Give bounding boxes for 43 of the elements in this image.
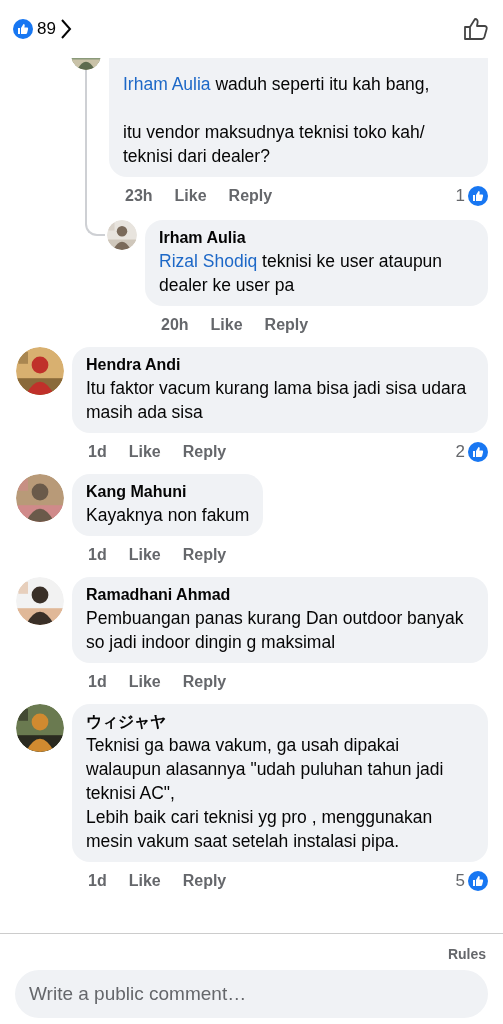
comment-action-link[interactable]: Like bbox=[128, 443, 161, 461]
comment-time: 1d bbox=[88, 546, 107, 564]
commenter-name[interactable]: Irham Aulia bbox=[159, 227, 474, 249]
chevron-icon[interactable] bbox=[59, 18, 72, 40]
comment-input-field[interactable]: Write a public comment… bbox=[15, 970, 488, 1018]
comment-action-link[interactable]: Reply bbox=[182, 673, 227, 691]
like-reaction-icon bbox=[468, 442, 488, 462]
mention-link[interactable]: Rizal Shodiq bbox=[159, 251, 258, 271]
comment-text: Kayaknya non fakum bbox=[86, 504, 250, 527]
comment-action-link[interactable]: Like bbox=[128, 546, 161, 564]
comment-action-link[interactable]: Reply bbox=[264, 316, 309, 334]
comment-action-link[interactable]: Like bbox=[210, 316, 243, 334]
comment-time: 23h bbox=[125, 187, 153, 205]
comment-time: 20h bbox=[161, 316, 189, 334]
comment-action-link[interactable]: Reply bbox=[228, 187, 273, 205]
reaction-count: 2 bbox=[455, 442, 465, 462]
commenter-name[interactable]: Kang Mahuni bbox=[86, 481, 250, 503]
comment-text: Rizal Shodiq teknisi ke user ataupun dealer ke user pa bbox=[159, 250, 444, 297]
commenter-name[interactable]: Ramadhani Ahmad bbox=[86, 584, 474, 606]
comment-action-link[interactable]: Like bbox=[128, 872, 161, 890]
comment-text: Pembuangan panas kurang Dan outdoor banyak so jadi indoor dingin g maksimal bbox=[86, 607, 465, 654]
comment-time: 1d bbox=[88, 443, 107, 461]
comment-time: 1d bbox=[88, 872, 107, 890]
commenter-name[interactable]: ウィジャヤ bbox=[86, 711, 474, 733]
like-reaction-icon bbox=[13, 19, 33, 39]
comment-text: Teknisi ga bawa vakum, ga usah dipakai walaupun alasannya "udah puluhan tahun jadi teknisi AC", Lebih baik cari teknisi yg pro , menggunakan mesin vakum saat setelah instalasi pipa. bbox=[86, 734, 445, 853]
rules-link[interactable]: Rules bbox=[445, 942, 488, 970]
reaction-count[interactable]: 89 bbox=[37, 19, 56, 39]
comment-action-link[interactable]: Reply bbox=[182, 872, 227, 890]
reaction-count: 5 bbox=[455, 871, 465, 891]
comment-action-link[interactable]: Like bbox=[128, 673, 161, 691]
comment-time: 1d bbox=[88, 673, 107, 691]
like-icon[interactable] bbox=[463, 17, 489, 41]
mention-link[interactable]: Irham Aulia bbox=[123, 74, 211, 94]
comment-text: Itu faktor vacum kurang lama bisa jadi sisa udara masih ada sisa bbox=[86, 377, 468, 424]
comment-action-link[interactable]: Reply bbox=[182, 443, 227, 461]
comment-action-link[interactable]: Reply bbox=[182, 546, 227, 564]
like-reaction-icon bbox=[468, 871, 488, 891]
comment-text: Irham Aulia waduh seperti itu kah bang, itu vendor maksudnya teknisi toko kah/ teknisi dari dealer? bbox=[123, 73, 431, 168]
reaction-count: 1 bbox=[455, 186, 465, 206]
commenter-name[interactable]: Hendra Andi bbox=[86, 354, 474, 376]
like-reaction-icon bbox=[468, 186, 488, 206]
comment-action-link[interactable]: Like bbox=[174, 187, 207, 205]
